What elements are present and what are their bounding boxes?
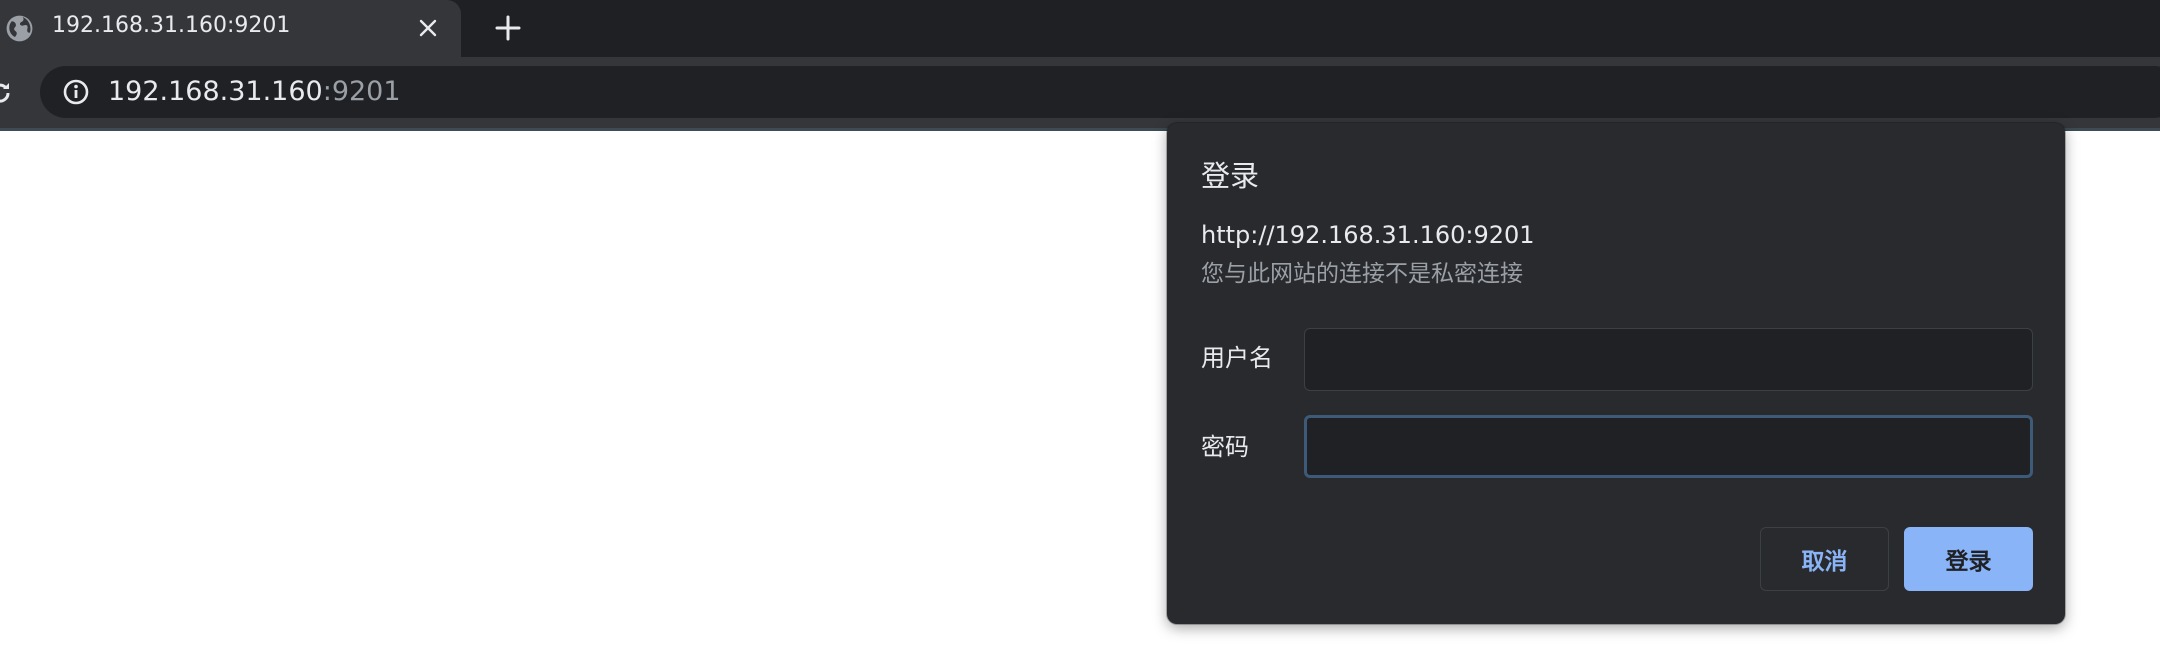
sign-in-dialog: 登录 http://192.168.31.160:9201 您与此网站的连接不是… — [1167, 123, 2065, 624]
username-field[interactable] — [1304, 328, 2033, 391]
cancel-button[interactable]: 取消 — [1760, 527, 1889, 591]
url-text: 192.168.31.160:9201 — [108, 75, 401, 109]
active-tab[interactable]: 192.168.31.160:9201 — [0, 0, 461, 57]
close-icon[interactable] — [412, 12, 444, 44]
browser-window: 192.168.31.160:9201 192.168.31.160:9201 … — [0, 0, 2160, 660]
globe-icon — [4, 13, 35, 44]
dialog-origin: http://192.168.31.160:9201 — [1201, 221, 1535, 249]
username-label: 用户名 — [1201, 344, 1273, 372]
tab-strip: 192.168.31.160:9201 — [0, 0, 2160, 57]
dialog-title: 登录 — [1201, 159, 1260, 193]
plus-icon[interactable] — [488, 8, 528, 48]
tab-title: 192.168.31.160:9201 — [52, 13, 291, 38]
password-field[interactable] — [1304, 415, 2033, 478]
info-icon[interactable] — [61, 77, 91, 107]
url-host: 192.168.31.160 — [108, 76, 323, 107]
toolbar: 192.168.31.160:9201 — [0, 57, 2160, 131]
connection-warning: 您与此网站的连接不是私密连接 — [1201, 261, 1523, 287]
reload-icon[interactable] — [0, 79, 14, 107]
address-bar[interactable]: 192.168.31.160:9201 — [40, 66, 2160, 118]
password-label: 密码 — [1201, 433, 1249, 461]
url-port: :9201 — [322, 76, 401, 107]
sign-in-button[interactable]: 登录 — [1904, 527, 2033, 591]
